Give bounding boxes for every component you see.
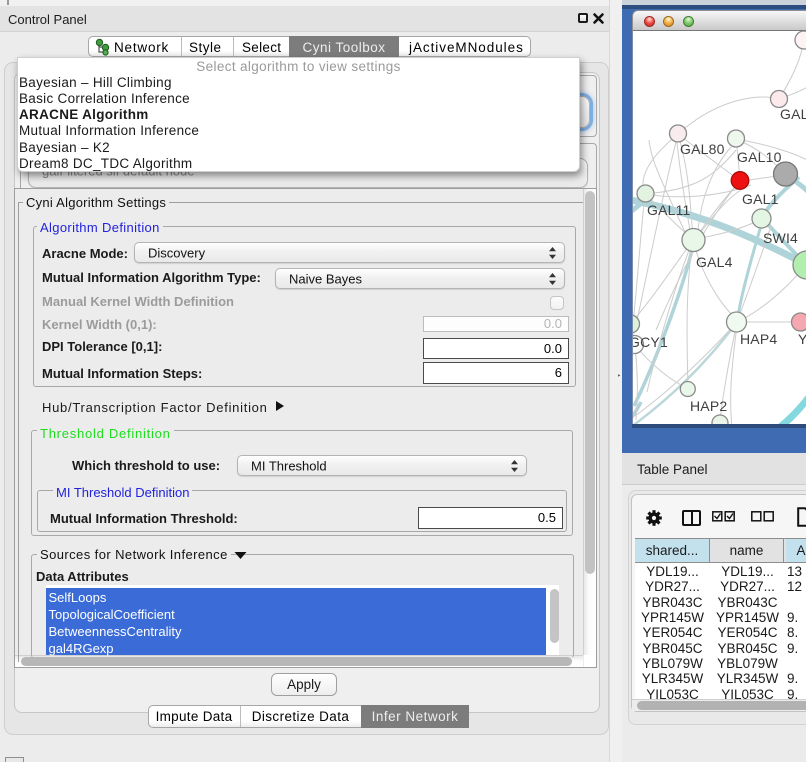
svg-text:SWI4: SWI4 xyxy=(763,230,798,246)
svg-text:GAL10: GAL10 xyxy=(737,149,782,165)
svg-text:GAL: GAL xyxy=(780,106,806,122)
svg-text:GAL1: GAL1 xyxy=(742,191,779,207)
svg-text:HAP4: HAP4 xyxy=(740,331,777,347)
svg-text:Y: Y xyxy=(798,331,806,347)
svg-text:GCY1: GCY1 xyxy=(633,334,668,350)
svg-text:GAL11: GAL11 xyxy=(647,202,691,218)
svg-text:HAP2: HAP2 xyxy=(690,398,727,414)
svg-text:GAL4: GAL4 xyxy=(696,254,733,270)
svg-text:GAL80: GAL80 xyxy=(680,141,725,157)
